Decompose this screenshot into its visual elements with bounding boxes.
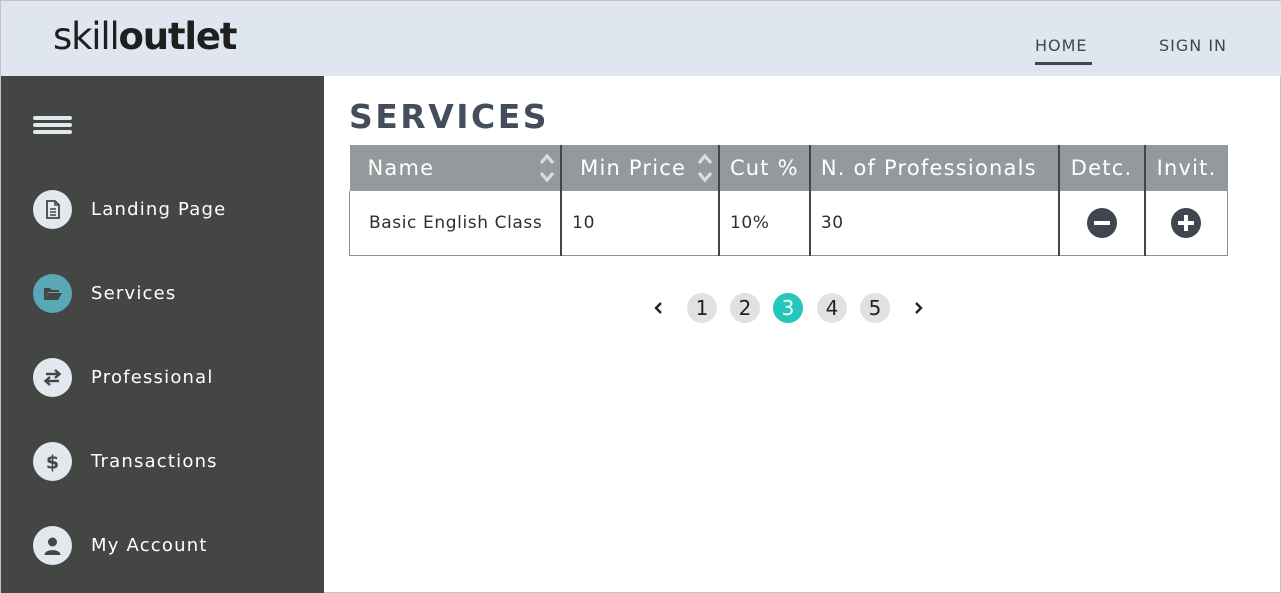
plus-circle-icon[interactable] xyxy=(1171,207,1202,238)
page-button-5[interactable]: 5 xyxy=(860,293,890,323)
sidebar-item-label: Transactions xyxy=(91,451,218,472)
column-header-name[interactable]: Name xyxy=(349,145,563,191)
sidebar-item-landing-page[interactable]: Landing Page xyxy=(33,190,313,230)
chevron-right-icon[interactable] xyxy=(908,298,928,318)
nav-home-active-underline xyxy=(1035,62,1092,65)
nav-sign-in-link[interactable]: SIGN IN xyxy=(1159,36,1227,55)
brand-logo-part-2: outlet xyxy=(118,15,238,58)
user-icon xyxy=(33,526,72,565)
column-header-detach: Detc. xyxy=(1058,145,1146,191)
column-header-label: Min Price xyxy=(580,156,687,180)
cell-cut: 10% xyxy=(718,191,811,256)
sort-arrows-icon[interactable] xyxy=(538,151,556,185)
app-window: skilloutlet HOME SIGN IN Landing Page Se… xyxy=(0,0,1281,593)
table-header-row: Name Min Price Cut % N. of Professionals… xyxy=(349,145,1228,191)
column-header-professionals: N. of Professionals xyxy=(809,145,1060,191)
top-bar: skilloutlet HOME SIGN IN xyxy=(1,1,1281,76)
dollar-icon: $ xyxy=(33,442,72,481)
brand-logo-part-1: skill xyxy=(53,15,120,58)
sidebar: Landing Page Services Professional $ Tra… xyxy=(1,76,324,593)
page-title: SERVICES xyxy=(349,97,550,136)
chevron-left-icon[interactable] xyxy=(649,298,669,318)
sort-arrows-icon[interactable] xyxy=(696,151,714,185)
sidebar-item-label: Landing Page xyxy=(91,199,227,220)
sidebar-item-label: My Account xyxy=(91,535,208,556)
cell-min-price: 10 xyxy=(561,191,720,256)
column-header-min-price[interactable]: Min Price xyxy=(561,145,720,191)
brand-logo[interactable]: skilloutlet xyxy=(53,15,238,59)
folder-open-icon xyxy=(33,274,72,313)
sidebar-item-my-account[interactable]: My Account xyxy=(33,526,313,566)
document-icon xyxy=(33,190,72,229)
page-button-3-current[interactable]: 3 xyxy=(773,293,803,323)
hamburger-menu-icon[interactable] xyxy=(33,116,72,135)
svg-text:$: $ xyxy=(46,452,59,474)
page-button-4[interactable]: 4 xyxy=(817,293,847,323)
column-header-label: Name xyxy=(367,156,435,180)
cell-invite xyxy=(1144,191,1228,256)
table-row: Basic English Class 10 10% 30 xyxy=(349,191,1228,256)
column-header-cut: Cut % xyxy=(718,145,811,191)
services-table: Name Min Price Cut % N. of Professionals… xyxy=(349,145,1228,256)
page-button-1[interactable]: 1 xyxy=(687,293,717,323)
sidebar-item-transactions[interactable]: $ Transactions xyxy=(33,442,313,482)
sidebar-item-services[interactable]: Services xyxy=(33,274,313,314)
cell-detach xyxy=(1058,191,1146,256)
cell-professionals: 30 xyxy=(809,191,1060,256)
sidebar-item-professional[interactable]: Professional xyxy=(33,358,313,398)
column-header-invite: Invit. xyxy=(1144,145,1228,191)
minus-circle-icon[interactable] xyxy=(1086,207,1117,238)
sidebar-item-label: Professional xyxy=(91,367,214,388)
page-button-2[interactable]: 2 xyxy=(730,293,760,323)
swap-arrows-icon xyxy=(33,358,72,397)
sidebar-item-label: Services xyxy=(91,283,177,304)
cell-name: Basic English Class xyxy=(349,191,563,256)
nav-home-link[interactable]: HOME xyxy=(1035,36,1088,55)
